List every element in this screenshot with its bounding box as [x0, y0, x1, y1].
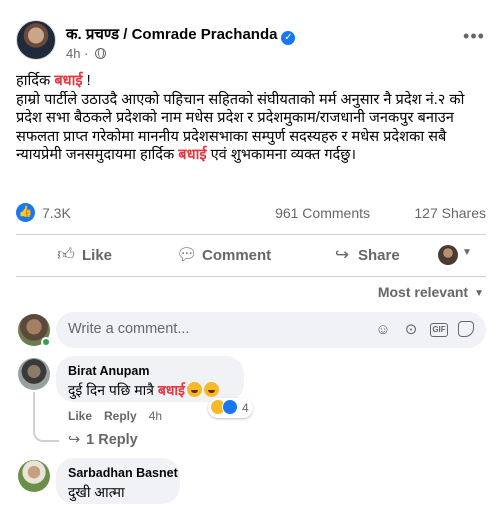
reply-arrow-icon: ↪: [68, 432, 81, 448]
post-text-line1-suffix: !: [82, 73, 91, 89]
reply-thread-line: [33, 392, 59, 442]
thumbs-up-icon: 👍︎: [57, 245, 75, 264]
more-options-button[interactable]: •••: [462, 27, 486, 50]
post-header: क. प्रचण्ड / Comrade Prachanda ✓ 4h · •••: [16, 14, 486, 64]
like-reaction-icon: [222, 399, 238, 415]
shares-count[interactable]: 127 Shares: [414, 205, 486, 221]
comment-filter-label: Most relevant: [377, 284, 469, 300]
chevron-down-icon: ▼: [462, 247, 472, 258]
commenter-name[interactable]: Birat Anupam: [68, 364, 232, 378]
profile-avatar-small: [438, 245, 458, 265]
emoji-icon[interactable]: ☺: [374, 321, 392, 339]
post-meta: 4h ·: [66, 46, 107, 61]
post-time[interactable]: 4h: [66, 46, 80, 61]
reaction-audience-selector[interactable]: ▼: [438, 245, 472, 265]
like-reaction-icon[interactable]: 👍: [16, 203, 35, 222]
view-replies-label: 1 Reply: [86, 432, 138, 448]
share-button-label: Share: [358, 247, 400, 264]
comment-bubble: Sarbadhan Basnet दुखी आत्मा: [56, 458, 180, 504]
comment-button[interactable]: 💬︎ Comment: [176, 238, 271, 272]
author-name-text[interactable]: क. प्रचण्ड / Comrade Prachanda: [66, 26, 277, 43]
share-icon: ↪: [334, 245, 350, 264]
post-text-para-highlight: बधाई: [178, 147, 207, 163]
commenter-avatar[interactable]: [18, 460, 50, 492]
share-button[interactable]: ↪ Share: [332, 238, 400, 272]
comment-filter-dropdown[interactable]: Most relevant ▼: [378, 284, 484, 300]
comment-text: दुई दिन पछि मात्रै बधाई: [68, 381, 232, 400]
comment-reply-link[interactable]: Reply: [104, 409, 137, 423]
like-button-label: Like: [82, 247, 113, 264]
camera-icon[interactable]: ⊙: [402, 321, 420, 339]
author-name[interactable]: क. प्रचण्ड / Comrade Prachanda ✓: [66, 24, 296, 45]
comment-text-prefix: दुई दिन पछि मात्रै: [68, 382, 158, 398]
commenter-name[interactable]: Sarbadhan Basnet: [68, 466, 178, 480]
divider: [16, 276, 486, 277]
comment-bubble: Birat Anupam दुई दिन पछि मात्रै बधाई: [56, 356, 244, 402]
comments-count[interactable]: 961 Comments: [275, 205, 370, 221]
comment-time[interactable]: 4h: [149, 409, 162, 423]
reaction-count: 4: [242, 401, 249, 415]
comment-input[interactable]: [68, 321, 368, 337]
post-stats: 👍 7.3K 961 Comments 127 Shares: [16, 202, 486, 224]
post-text-highlight: बधाई: [54, 73, 83, 89]
comment-like-link[interactable]: Like: [68, 409, 92, 423]
author-avatar[interactable]: [16, 20, 56, 60]
comment-icon: 💬︎: [176, 245, 198, 264]
likes-count[interactable]: 7.3K: [42, 205, 71, 221]
comment-actions: Like Reply 4h: [68, 409, 174, 423]
comment-button-label: Comment: [202, 247, 272, 264]
view-replies-link[interactable]: ↪ 1 Reply: [68, 432, 138, 448]
composer-icons: ☺ ⊙ GIF: [364, 321, 474, 339]
comment-composer: ☺ ⊙ GIF: [56, 312, 486, 348]
verified-badge-icon: ✓: [281, 31, 296, 45]
laughing-emoji-icon: [186, 382, 202, 397]
gif-icon[interactable]: GIF: [430, 323, 448, 337]
like-button[interactable]: 👍︎ Like: [56, 238, 112, 272]
commenter-avatar[interactable]: [18, 358, 50, 390]
online-status-icon: [41, 337, 51, 347]
globe-icon: [95, 48, 107, 59]
laughing-emoji-icon: [203, 382, 219, 397]
facebook-post: क. प्रचण्ड / Comrade Prachanda ✓ 4h · •••…: [0, 0, 502, 508]
comment-text-highlight: बधाई: [157, 382, 185, 398]
post-text: हार्दिक बधाई ! हाम्रो पार्टीले उठाउदै आए…: [16, 72, 494, 165]
post-text-para2: एवं शुभकामना व्यक्त गर्दछु।: [206, 147, 357, 163]
post-actions: 👍︎ Like 💬︎ Comment ↪ Share ▼: [16, 238, 486, 272]
comment-text: दुखी आत्मा: [68, 484, 125, 500]
chevron-down-icon: ▼: [474, 288, 484, 299]
comment-reactions[interactable]: 4: [208, 398, 253, 418]
post-text-line1-prefix: हार्दिक: [16, 73, 55, 89]
sticker-icon[interactable]: [458, 321, 474, 337]
divider: [16, 234, 486, 235]
